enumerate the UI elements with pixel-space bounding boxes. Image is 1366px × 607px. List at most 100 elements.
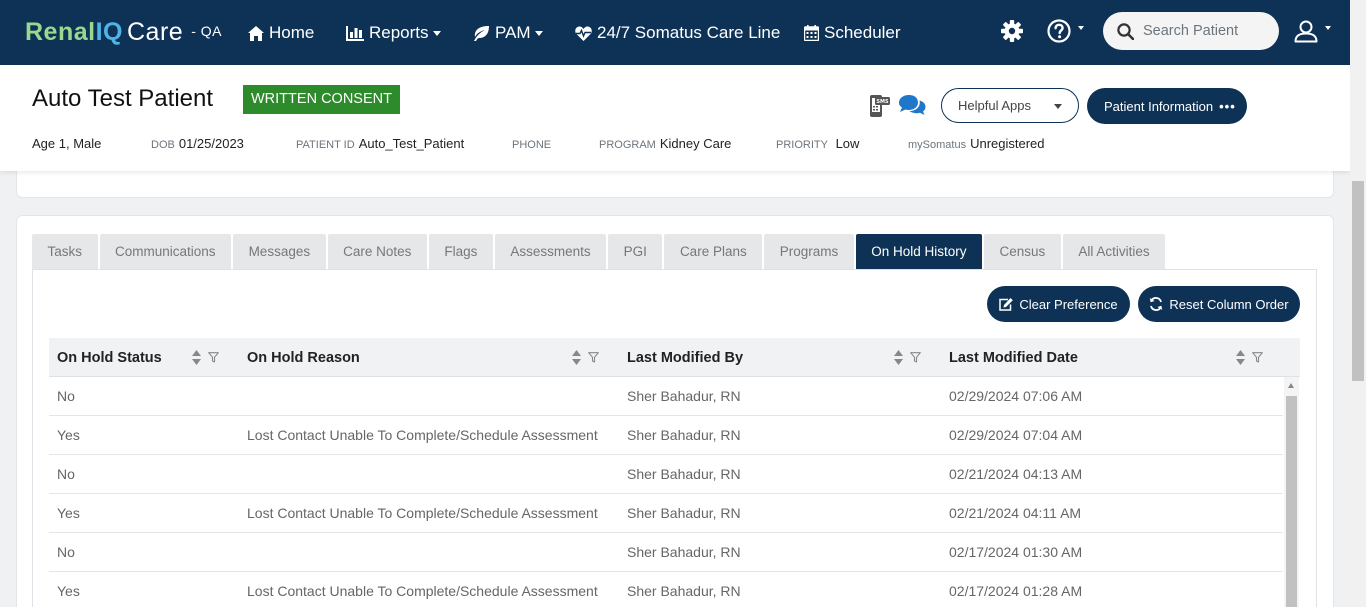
tab-programs[interactable]: Programs [764, 234, 854, 269]
tab-assessments[interactable]: Assessments [494, 234, 607, 269]
phone-label: PHONE [512, 139, 552, 151]
help-menu[interactable] [1047, 19, 1084, 43]
mysomatus-label: mySomatus [908, 139, 967, 151]
nav-pam[interactable]: PAM [473, 21, 543, 45]
table-scrollbar[interactable] [1284, 377, 1299, 607]
page-scrollbar-thumb[interactable] [1352, 181, 1364, 381]
tab-bar: Tasks Communications Messages Care Notes… [32, 234, 1167, 269]
nav-reports-label: Reports [369, 23, 429, 42]
table-row[interactable]: Yes Lost Contact Unable To Complete/Sche… [49, 494, 1283, 533]
patient-name: Auto Test Patient [32, 85, 214, 112]
table-scrollbar-thumb[interactable] [1286, 396, 1297, 607]
svg-text:SMS: SMS [876, 99, 889, 105]
cell-last-modified-date: 02/29/2024 07:04 AM [949, 427, 1083, 443]
settings-button[interactable] [1001, 19, 1028, 43]
cell-last-modified-date: 02/29/2024 07:06 AM [949, 388, 1083, 404]
table-row[interactable]: No Sher Bahadur, RN 02/17/2024 01:30 AM [49, 533, 1283, 572]
nav-care-line[interactable]: 24/7 Somatus Care Line [575, 21, 780, 45]
question-circle-icon [1047, 19, 1071, 43]
nav-reports[interactable]: Reports [346, 21, 441, 45]
table-row[interactable]: Yes Lost Contact Unable To Complete/Sche… [49, 572, 1283, 607]
column-header-on-hold-status[interactable]: On Hold Status [57, 338, 162, 377]
helpful-apps-label: Helpful Apps [958, 98, 1031, 113]
table-row[interactable]: Yes Lost Contact Unable To Complete/Sche… [49, 416, 1283, 455]
column-header-on-hold-reason[interactable]: On Hold Reason [247, 338, 360, 377]
mysomatus-value: Unregistered [970, 136, 1045, 151]
cell-on-hold-status: No [57, 388, 75, 404]
tab-pgi[interactable]: PGI [608, 234, 663, 269]
table-header: On Hold Status On Hold Reason Last Modif… [49, 338, 1300, 377]
sort-icon[interactable] [1236, 350, 1245, 365]
sms-icon[interactable]: SMS [868, 95, 890, 117]
dob-label: DOB [151, 139, 175, 151]
app-logo[interactable]: RenalIQ Care - QA [25, 18, 222, 47]
search-icon [1117, 22, 1134, 40]
chevron-down-icon [1054, 104, 1062, 109]
chat-icon[interactable] [897, 94, 927, 116]
cell-last-modified-by: Sher Bahadur, RN [627, 388, 741, 404]
filter-icon[interactable] [588, 352, 599, 363]
dob-value: 01/25/2023 [178, 136, 244, 151]
nav-home-label: Home [269, 23, 315, 42]
table-row[interactable]: No Sher Bahadur, RN 02/29/2024 07:06 AM [49, 377, 1283, 416]
search-input[interactable] [1143, 23, 1273, 39]
filter-icon[interactable] [208, 352, 219, 363]
patient-id-value: Auto_Test_Patient [358, 136, 465, 151]
reset-column-order-label: Reset Column Order [1169, 296, 1289, 312]
cell-last-modified-date: 02/17/2024 01:28 AM [949, 583, 1083, 599]
tab-on-hold-history[interactable]: On Hold History [855, 234, 983, 269]
home-icon [248, 25, 264, 41]
page-scrollbar[interactable] [1350, 0, 1366, 607]
cell-on-hold-status: Yes [57, 583, 80, 599]
table-row[interactable]: No Sher Bahadur, RN 02/21/2024 04:13 AM [49, 455, 1283, 494]
cell-on-hold-reason: Lost Contact Unable To Complete/Schedule… [247, 505, 598, 521]
nav-care-line-label: 24/7 Somatus Care Line [597, 23, 781, 42]
column-header-last-modified-date[interactable]: Last Modified Date [949, 338, 1078, 377]
nav-home[interactable]: Home [248, 21, 314, 45]
more-dots-icon: ••• [1219, 98, 1236, 114]
sort-icon[interactable] [192, 350, 201, 365]
user-menu[interactable] [1294, 19, 1331, 43]
table-body: No Sher Bahadur, RN 02/29/2024 07:06 AM … [49, 377, 1283, 607]
cell-last-modified-date: 02/21/2024 04:13 AM [949, 466, 1083, 482]
cell-last-modified-by: Sher Bahadur, RN [627, 466, 741, 482]
scroll-up-arrow-icon[interactable] [1288, 383, 1294, 388]
patient-priority: PRIORITY Low [776, 136, 859, 151]
bar-chart-icon [346, 25, 364, 41]
tab-care-notes[interactable]: Care Notes [327, 234, 427, 269]
column-tools [192, 350, 226, 365]
cell-last-modified-date: 02/17/2024 01:30 AM [949, 544, 1083, 560]
cell-last-modified-date: 02/21/2024 04:11 AM [949, 505, 1082, 521]
patient-information-button[interactable]: Patient Information ••• [1087, 88, 1247, 124]
nav-scheduler[interactable]: Scheduler [804, 21, 901, 45]
heartbeat-icon [575, 26, 592, 41]
column-tools [572, 350, 606, 365]
environment-label: - QA [191, 23, 222, 39]
chevron-down-icon [1325, 26, 1331, 30]
cell-on-hold-status: Yes [57, 505, 80, 521]
tab-tasks[interactable]: Tasks [32, 234, 98, 269]
sort-icon[interactable] [572, 350, 581, 365]
column-tools [1236, 350, 1270, 365]
sort-icon[interactable] [894, 350, 903, 365]
calendar-icon [804, 25, 819, 41]
tab-census[interactable]: Census [984, 234, 1061, 269]
cell-on-hold-reason: Lost Contact Unable To Complete/Schedule… [247, 583, 598, 599]
priority-label: PRIORITY [776, 139, 828, 151]
tab-care-plans[interactable]: Care Plans [664, 234, 763, 269]
filter-icon[interactable] [1252, 352, 1263, 363]
tab-communications[interactable]: Communications [99, 234, 232, 269]
cell-on-hold-status: Yes [57, 427, 80, 443]
patient-id: PATIENT ID Auto_Test_Patient [296, 136, 464, 151]
reset-column-order-button[interactable]: Reset Column Order [1138, 286, 1300, 322]
clear-preference-button[interactable]: Clear Preference [987, 286, 1130, 322]
column-header-last-modified-by[interactable]: Last Modified By [627, 338, 743, 377]
tab-all-activities[interactable]: All Activities [1062, 234, 1166, 269]
cell-last-modified-by: Sher Bahadur, RN [627, 427, 741, 443]
search-patient[interactable] [1103, 12, 1279, 50]
helpful-apps-dropdown[interactable]: Helpful Apps [941, 88, 1079, 123]
edit-icon [999, 297, 1014, 311]
filter-icon[interactable] [910, 352, 921, 363]
tab-messages[interactable]: Messages [233, 234, 326, 269]
tab-flags[interactable]: Flags [428, 234, 493, 269]
